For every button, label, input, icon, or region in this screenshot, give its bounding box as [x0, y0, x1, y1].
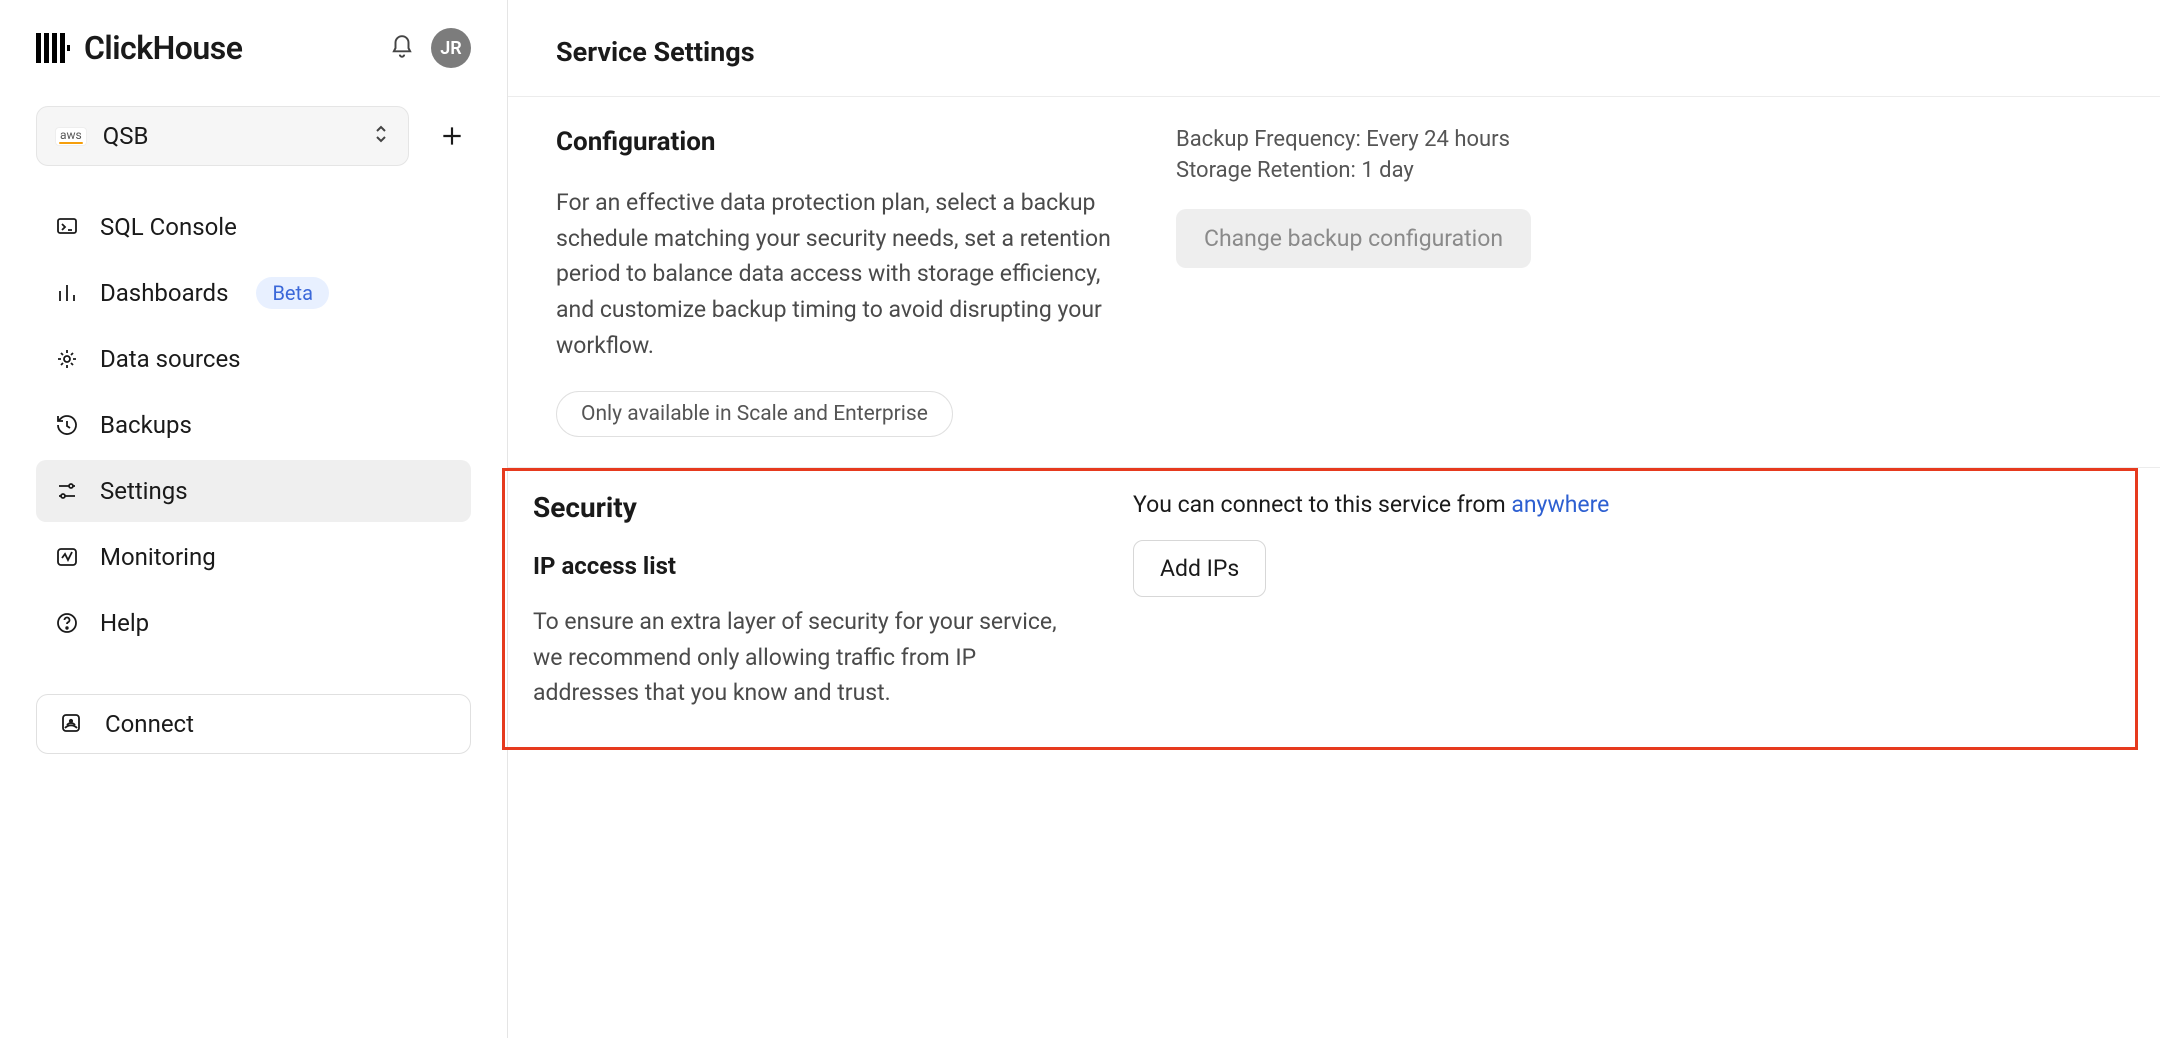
- connect-button[interactable]: Connect: [36, 694, 471, 754]
- sidebar-item-label: Monitoring: [100, 543, 216, 571]
- bar-chart-icon: [54, 280, 80, 306]
- security-heading: Security: [533, 491, 1073, 524]
- storage-retention-value: 1 day: [1361, 158, 1413, 183]
- chevron-updown-icon: [372, 123, 390, 149]
- activity-icon: [54, 544, 80, 570]
- data-source-icon: [54, 346, 80, 372]
- sidebar-item-label: Data sources: [100, 345, 241, 373]
- configuration-restriction-pill: Only available in Scale and Enterprise: [556, 391, 953, 437]
- aws-provider-icon: aws: [55, 127, 87, 146]
- security-left: Security IP access list To ensure an ext…: [533, 491, 1073, 711]
- sidebar-item-sql-console[interactable]: SQL Console: [36, 196, 471, 258]
- sidebar-item-monitoring[interactable]: Monitoring: [36, 526, 471, 588]
- sidebar-item-data-sources[interactable]: Data sources: [36, 328, 471, 390]
- configuration-section: Configuration For an effective data prot…: [508, 97, 2160, 468]
- terminal-icon: [54, 214, 80, 240]
- sidebar-item-label: Dashboards: [100, 279, 228, 307]
- configuration-description: For an effective data protection plan, s…: [556, 185, 1116, 363]
- workspace-name: QSB: [103, 122, 356, 150]
- connect-from-prefix: You can connect to this service from: [1133, 491, 1511, 518]
- change-backup-config-button: Change backup configuration: [1176, 209, 1531, 268]
- sidebar-item-backups[interactable]: Backups: [36, 394, 471, 456]
- help-icon: [54, 610, 80, 636]
- broadcast-icon: [59, 711, 85, 737]
- anywhere-link[interactable]: anywhere: [1511, 491, 1609, 518]
- top-icons: JR: [389, 28, 471, 68]
- sidebar-item-label: Help: [100, 609, 149, 637]
- sidebar-item-label: SQL Console: [100, 213, 237, 241]
- workspace-row: aws QSB: [36, 106, 471, 166]
- sidebar-item-dashboards[interactable]: Dashboards Beta: [36, 262, 471, 324]
- sidebar-item-label: Backups: [100, 411, 192, 439]
- notifications-icon[interactable]: [389, 34, 417, 62]
- sidebar: ClickHouse JR aws QSB: [0, 0, 508, 1038]
- connect-label: Connect: [105, 710, 194, 738]
- brand-name: ClickHouse: [84, 29, 242, 67]
- backup-frequency-value: Every 24 hours: [1366, 127, 1510, 152]
- sidebar-item-label: Settings: [100, 477, 188, 505]
- security-highlight-box: Security IP access list To ensure an ext…: [502, 468, 2138, 750]
- avatar[interactable]: JR: [431, 28, 471, 68]
- main: Service Settings Configuration For an ef…: [508, 0, 2160, 1038]
- workspace-selector[interactable]: aws QSB: [36, 106, 409, 166]
- sidebar-item-help[interactable]: Help: [36, 592, 471, 654]
- storage-retention-label: Storage Retention:: [1176, 158, 1356, 183]
- configuration-right: Backup Frequency: Every 24 hours Storage…: [1176, 127, 2112, 437]
- sliders-icon: [54, 478, 80, 504]
- sidebar-top: ClickHouse JR: [36, 28, 471, 68]
- sidebar-nav: SQL Console Dashboards Beta Data sources…: [36, 196, 471, 654]
- add-ips-button[interactable]: Add IPs: [1133, 540, 1266, 597]
- configuration-heading: Configuration: [556, 127, 1116, 157]
- security-right: You can connect to this service from any…: [1133, 491, 2107, 711]
- configuration-left: Configuration For an effective data prot…: [556, 127, 1116, 437]
- page-header: Service Settings: [508, 0, 2160, 97]
- backup-frequency-label: Backup Frequency:: [1176, 127, 1361, 152]
- ip-access-heading: IP access list: [533, 552, 1073, 580]
- clickhouse-logo-icon: [36, 33, 70, 63]
- page-title: Service Settings: [556, 36, 2112, 68]
- ip-access-description: To ensure an extra layer of security for…: [533, 604, 1073, 711]
- sidebar-item-settings[interactable]: Settings: [36, 460, 471, 522]
- history-icon: [54, 412, 80, 438]
- add-service-button[interactable]: [433, 117, 471, 155]
- beta-badge: Beta: [256, 277, 329, 309]
- connect-from-line: You can connect to this service from any…: [1133, 491, 2107, 518]
- storage-retention-row: Storage Retention: 1 day: [1176, 158, 2112, 183]
- security-section: Security IP access list To ensure an ext…: [502, 468, 2138, 750]
- backup-frequency-row: Backup Frequency: Every 24 hours: [1176, 127, 2112, 152]
- brand: ClickHouse: [36, 29, 242, 67]
